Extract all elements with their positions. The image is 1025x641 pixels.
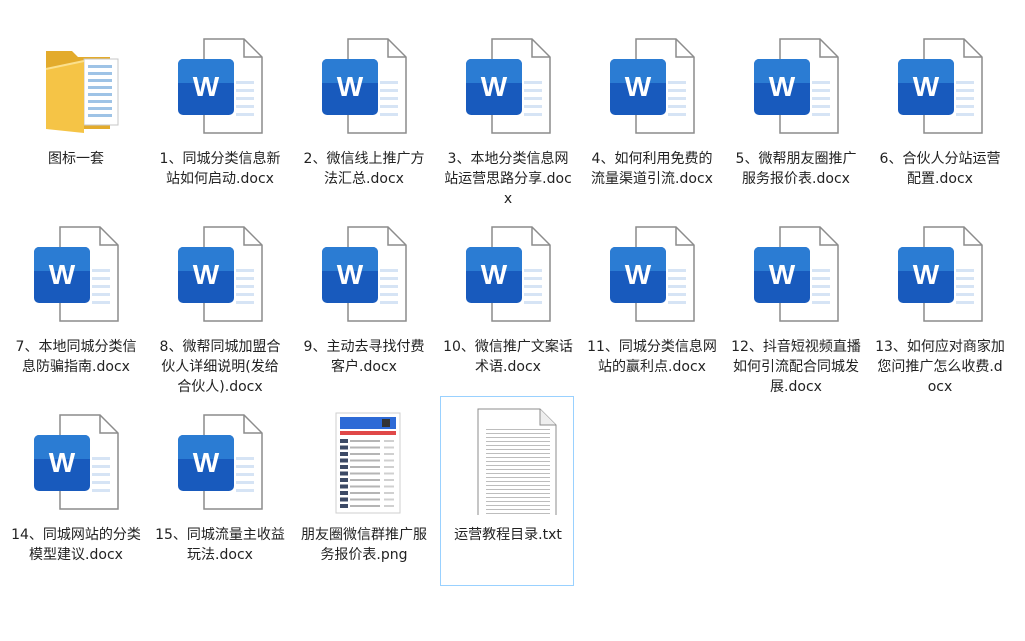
- word-document-icon: W: [168, 29, 272, 139]
- file-grid: 图标一套 W 1、同城分类信息新站如何启动.docx W 2、微信线上推广方法汇总.do…: [0, 0, 1025, 641]
- word-logo-glyph: W: [193, 447, 220, 478]
- file-name-label: 1、同城分类信息新站如何启动.docx: [159, 151, 281, 187]
- word-logo-glyph: W: [769, 259, 796, 290]
- word-logo-glyph: W: [193, 71, 220, 102]
- file-name-label: 朋友圈微信群推广服务报价表.png: [301, 527, 427, 563]
- word-document-icon: W: [888, 217, 992, 327]
- file-item[interactable]: W 7、本地同城分类信息防骗指南.docx: [8, 208, 142, 398]
- word-document-icon: W: [168, 217, 272, 327]
- word-logo-glyph: W: [481, 259, 508, 290]
- file-item[interactable]: W 15、同城流量主收益玩法.docx: [152, 396, 286, 586]
- word-document-icon: W: [888, 29, 992, 139]
- file-name-label: 15、同城流量主收益玩法.docx: [155, 527, 285, 563]
- file-name-label: 运营教程目录.txt: [454, 527, 562, 543]
- file-item[interactable]: W 14、同城网站的分类模型建议.docx: [8, 396, 142, 586]
- file-item[interactable]: W 4、如何利用免费的流量渠道引流.docx: [584, 20, 718, 210]
- word-logo-glyph: W: [625, 71, 652, 102]
- file-item[interactable]: W 6、合伙人分站运营配置.docx: [872, 20, 1006, 210]
- word-logo-glyph: W: [337, 259, 364, 290]
- word-document-icon: W: [744, 29, 848, 139]
- word-document-icon: W: [744, 217, 848, 327]
- file-item[interactable]: W 11、同城分类信息网站的赢利点.docx: [584, 208, 718, 398]
- image-file-icon: [312, 405, 416, 515]
- file-name-label: 图标一套: [48, 151, 104, 167]
- file-name-label: 6、合伙人分站运营配置.docx: [879, 151, 1001, 187]
- file-item[interactable]: 图标一套: [8, 20, 142, 210]
- file-item[interactable]: 运营教程目录.txt: [440, 396, 574, 586]
- file-name-label: 12、抖音短视频直播如何引流配合同城发展.docx: [731, 339, 861, 395]
- text-file-icon: [456, 405, 560, 518]
- file-item[interactable]: W 8、微帮同城加盟合伙人详细说明(发给合伙人).docx: [152, 208, 286, 398]
- word-logo-glyph: W: [193, 259, 220, 290]
- folder-icon: [24, 29, 128, 139]
- word-document-icon: W: [312, 217, 416, 327]
- file-name-label: 3、本地分类信息网站运营思路分享.docx: [444, 151, 572, 207]
- file-name-label: 13、如何应对商家加您问推广怎么收费.docx: [875, 339, 1005, 395]
- word-document-icon: W: [24, 405, 128, 515]
- file-item[interactable]: 朋友圈微信群推广服务报价表.png: [296, 396, 430, 586]
- file-name-label: 7、本地同城分类信息防骗指南.docx: [15, 339, 137, 375]
- word-document-icon: W: [600, 29, 704, 139]
- word-document-icon: W: [168, 405, 272, 515]
- file-name-label: 5、微帮朋友圈推广服务报价表.docx: [735, 151, 857, 187]
- file-item[interactable]: W 2、微信线上推广方法汇总.docx: [296, 20, 430, 210]
- file-name-label: 4、如何利用免费的流量渠道引流.docx: [591, 151, 713, 187]
- word-logo-glyph: W: [913, 71, 940, 102]
- word-document-icon: W: [600, 217, 704, 327]
- word-document-icon: W: [456, 29, 560, 139]
- word-logo-glyph: W: [481, 71, 508, 102]
- file-name-label: 11、同城分类信息网站的赢利点.docx: [587, 339, 717, 375]
- file-item[interactable]: W 1、同城分类信息新站如何启动.docx: [152, 20, 286, 210]
- word-document-icon: W: [312, 29, 416, 139]
- word-logo-glyph: W: [913, 259, 940, 290]
- file-name-label: 9、主动去寻找付费客户.docx: [303, 339, 425, 375]
- file-item[interactable]: W 5、微帮朋友圈推广服务报价表.docx: [728, 20, 862, 210]
- file-item[interactable]: W 13、如何应对商家加您问推广怎么收费.docx: [872, 208, 1006, 398]
- file-item[interactable]: W 9、主动去寻找付费客户.docx: [296, 208, 430, 398]
- word-logo-glyph: W: [337, 71, 364, 102]
- file-item[interactable]: W 12、抖音短视频直播如何引流配合同城发展.docx: [728, 208, 862, 398]
- word-logo-glyph: W: [49, 447, 76, 478]
- word-logo-glyph: W: [49, 259, 76, 290]
- word-document-icon: W: [456, 217, 560, 327]
- file-name-label: 10、微信推广文案话术语.docx: [443, 339, 573, 375]
- word-logo-glyph: W: [769, 71, 796, 102]
- file-name-label: 14、同城网站的分类模型建议.docx: [11, 527, 141, 563]
- file-item[interactable]: W 10、微信推广文案话术语.docx: [440, 208, 574, 398]
- file-name-label: 2、微信线上推广方法汇总.docx: [303, 151, 425, 187]
- word-document-icon: W: [24, 217, 128, 327]
- file-name-label: 8、微帮同城加盟合伙人详细说明(发给合伙人).docx: [159, 339, 281, 395]
- word-logo-glyph: W: [625, 259, 652, 290]
- file-item[interactable]: W 3、本地分类信息网站运营思路分享.docx: [440, 20, 574, 210]
